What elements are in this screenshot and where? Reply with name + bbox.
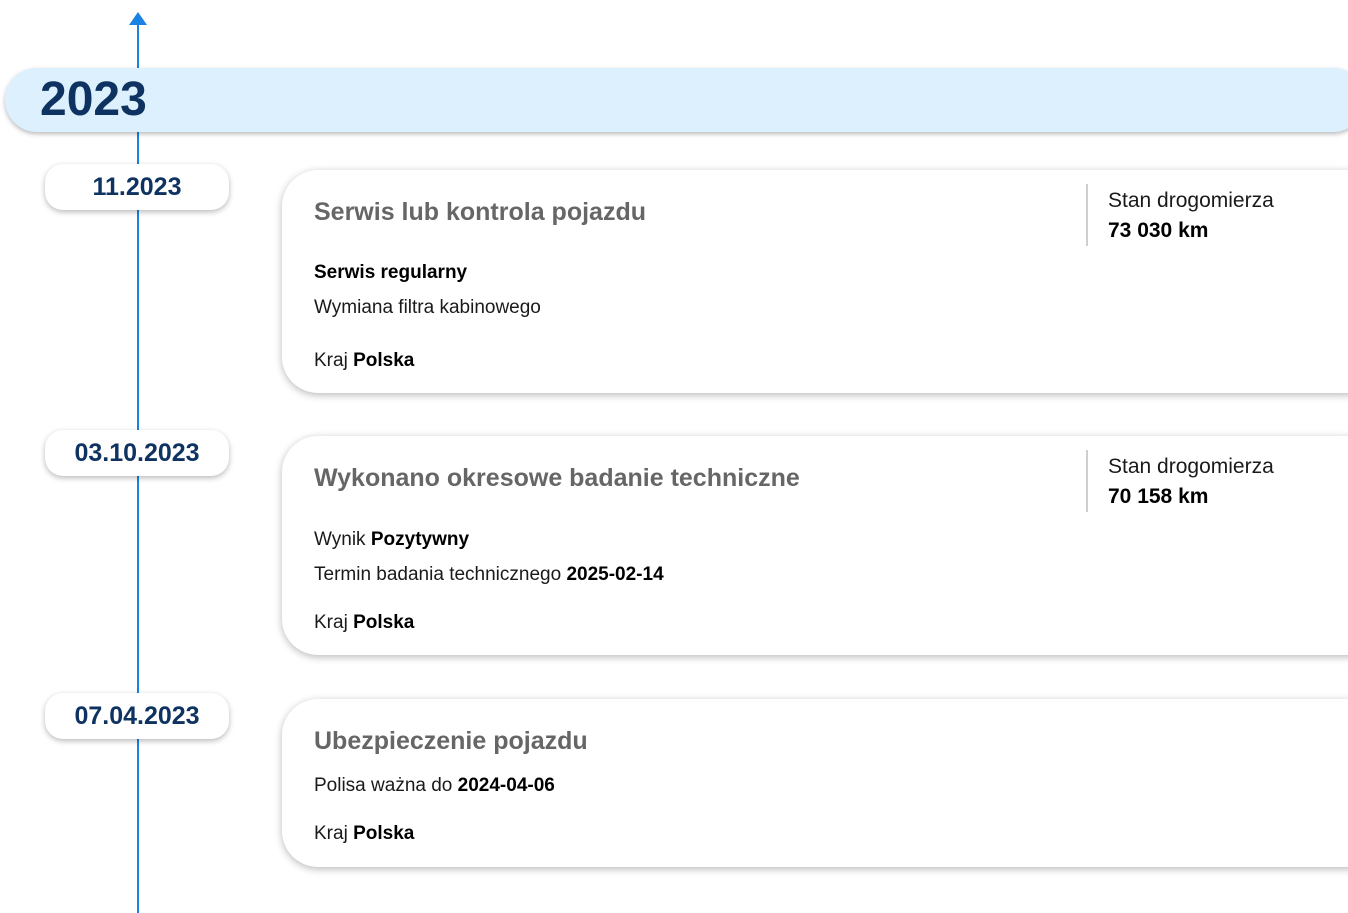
event-card-service: Serwis lub kontrola pojazdu Stan drogomi… — [282, 170, 1348, 393]
country-label: Kraj — [314, 823, 348, 844]
vehicle-history-timeline: 2023 11.2023 Serwis lub kontrola pojazdu… — [0, 0, 1348, 913]
result-value: Pozytywny — [370, 529, 470, 550]
policy-label: Polisa ważna do — [314, 775, 453, 796]
country-value: Polska — [353, 823, 415, 844]
result-label: Wynik — [314, 529, 366, 550]
country-row: Kraj Polska — [314, 350, 414, 372]
service-type-value: Serwis regularny — [314, 262, 468, 283]
inspection-term-row: Termin badania technicznego 2025-02-14 — [314, 564, 664, 586]
arrow-up-icon — [129, 12, 147, 25]
event-card-inspection: Wykonano okresowe badanie techniczne Sta… — [282, 436, 1348, 655]
event-title: Serwis lub kontrola pojazdu — [314, 198, 646, 226]
country-row: Kraj Polska — [314, 823, 414, 845]
event-title: Ubezpieczenie pojazdu — [314, 727, 588, 755]
policy-value: 2024-04-06 — [457, 775, 555, 796]
inspection-result-row: Wynik Pozytywny — [314, 529, 469, 551]
policy-row: Polisa ważna do 2024-04-06 — [314, 775, 555, 797]
event-date-badge: 11.2023 — [45, 164, 229, 210]
year-header — [5, 68, 1348, 132]
event-date-badge: 07.04.2023 — [45, 693, 229, 739]
country-label: Kraj — [314, 612, 348, 633]
country-row: Kraj Polska — [314, 612, 414, 634]
term-label: Termin badania technicznego — [314, 564, 562, 585]
odometer-label: Stan drogomierza — [1108, 189, 1274, 212]
country-value: Polska — [353, 350, 415, 371]
year-label: 2023 — [40, 73, 147, 126]
odometer-divider — [1086, 450, 1088, 512]
event-date-badge: 03.10.2023 — [45, 430, 229, 476]
event-title: Wykonano okresowe badanie techniczne — [314, 464, 800, 492]
odometer-value: 70 158 km — [1108, 485, 1209, 508]
odometer-divider — [1086, 184, 1088, 246]
event-card-insurance: Ubezpieczenie pojazdu Polisa ważna do 20… — [282, 699, 1348, 867]
country-label: Kraj — [314, 350, 348, 371]
country-value: Polska — [353, 612, 415, 633]
service-description: Wymiana filtra kabinowego — [314, 297, 541, 318]
odometer-value: 73 030 km — [1108, 219, 1209, 242]
term-value: 2025-02-14 — [566, 564, 664, 585]
odometer-label: Stan drogomierza — [1108, 455, 1274, 478]
service-type: Serwis regularny — [314, 262, 467, 284]
